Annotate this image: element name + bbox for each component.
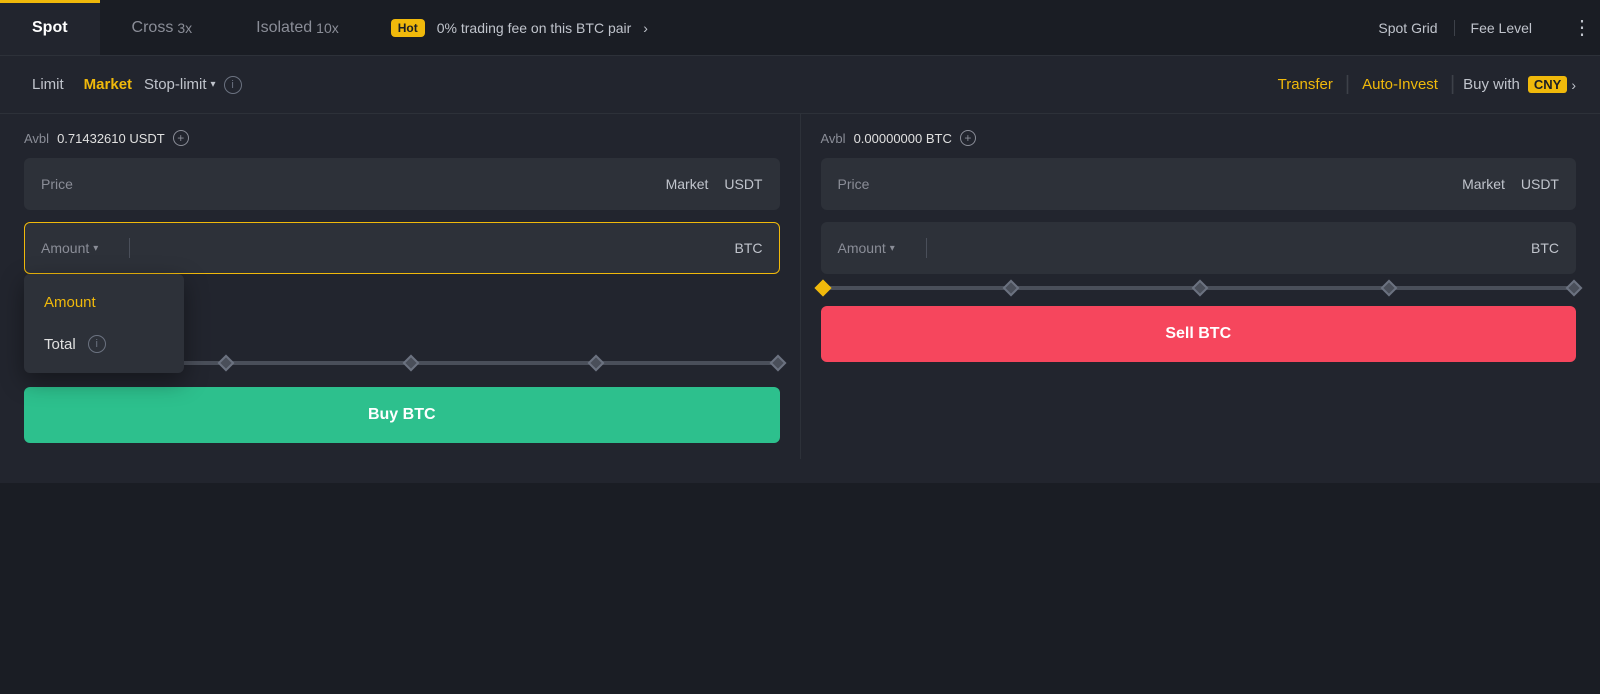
- spot-grid-link[interactable]: Spot Grid: [1362, 20, 1454, 36]
- cny-badge[interactable]: CNY: [1528, 76, 1567, 93]
- sell-amount-chevron-icon: ▾: [890, 243, 895, 254]
- more-options-icon[interactable]: ⋮: [1564, 15, 1600, 40]
- total-info-icon[interactable]: i: [88, 335, 106, 353]
- sell-slider-dot-75[interactable]: [1381, 280, 1398, 297]
- sell-price-market-label: Market: [1462, 176, 1505, 192]
- promo-arrow[interactable]: ›: [643, 20, 648, 36]
- sell-avbl-row: Avbl 0.00000000 BTC +: [821, 130, 1577, 146]
- buy-price-label: Price: [41, 176, 73, 192]
- promo-area: Hot 0% trading fee on this BTC pair ›: [391, 19, 1363, 37]
- sell-price-label: Price: [838, 176, 870, 192]
- buy-amount-dropdown: Amount Total i: [24, 274, 184, 373]
- buy-btc-btn[interactable]: Buy BTC: [24, 387, 780, 443]
- limit-btn[interactable]: Limit: [24, 72, 72, 97]
- sell-panel: Avbl 0.00000000 BTC + Price Market USDT …: [800, 114, 1577, 459]
- sell-slider-dot-50[interactable]: [1192, 280, 1209, 297]
- sell-slider-dot-100[interactable]: [1566, 280, 1583, 297]
- sell-amount-input-row[interactable]: Amount ▾ BTC: [821, 222, 1577, 274]
- tab-spot[interactable]: Spot: [0, 0, 100, 55]
- stop-limit-chevron-icon: ▾: [211, 79, 216, 90]
- stop-limit-btn: Stop-limit: [144, 76, 207, 93]
- stop-limit-wrapper[interactable]: Stop-limit ▾: [144, 76, 216, 93]
- sell-slider-dot-25[interactable]: [1003, 280, 1020, 297]
- buy-amount-input-row[interactable]: Amount ▾ BTC: [24, 222, 780, 274]
- buy-amount-label: Amount: [41, 240, 89, 256]
- sell-price-input-row: Price Market USDT: [821, 158, 1577, 210]
- buy-slider-dot-25[interactable]: [217, 354, 234, 371]
- sell-slider-row: [821, 286, 1577, 290]
- buy-slider-dot-75[interactable]: [588, 354, 605, 371]
- cross-multiplier: 3x: [177, 20, 192, 36]
- sell-price-currency: USDT: [1521, 176, 1559, 192]
- tab-isolated[interactable]: Isolated 10x: [224, 0, 371, 55]
- buy-avbl-value: 0.71432610 USDT: [57, 131, 165, 146]
- sell-avbl-label: Avbl: [821, 131, 846, 146]
- sell-amount-input[interactable]: [935, 240, 1516, 256]
- sell-amount-currency: BTC: [1523, 240, 1559, 256]
- buy-amount-currency: BTC: [727, 240, 763, 256]
- dropdown-item-amount[interactable]: Amount: [24, 282, 184, 323]
- top-bar-links: Spot Grid Fee Level: [1362, 20, 1548, 36]
- sell-amount-label: Amount: [838, 240, 886, 256]
- buy-with-link[interactable]: Buy with: [1455, 76, 1528, 93]
- sell-avbl-value: 0.00000000 BTC: [854, 131, 952, 146]
- buy-with-arrow-icon[interactable]: ›: [1567, 77, 1576, 93]
- buy-amount-divider: [129, 238, 130, 258]
- buy-price-market-label: Market: [666, 176, 709, 192]
- buy-avbl-row: Avbl 0.71432610 USDT +: [24, 130, 780, 146]
- hot-badge: Hot: [391, 19, 425, 37]
- sell-amount-dropdown-trigger[interactable]: Amount ▾: [838, 240, 918, 256]
- auto-invest-btn[interactable]: Auto-Invest: [1350, 76, 1450, 93]
- buy-price-currency: USDT: [724, 176, 762, 192]
- fee-level-link[interactable]: Fee Level: [1455, 20, 1548, 36]
- buy-amount-dropdown-trigger[interactable]: Amount ▾: [41, 240, 121, 256]
- buy-amount-chevron-icon: ▾: [93, 243, 98, 254]
- top-bar: Spot Cross 3x Isolated 10x Hot 0% tradin…: [0, 0, 1600, 56]
- order-area: Limit Market Stop-limit ▾ i Transfer | A…: [0, 56, 1600, 114]
- buy-price-input-row: Price Market USDT: [24, 158, 780, 210]
- sell-btc-btn[interactable]: Sell BTC: [821, 306, 1577, 362]
- promo-text: 0% trading fee on this BTC pair: [437, 20, 632, 36]
- buy-avbl-label: Avbl: [24, 131, 49, 146]
- transfer-btn[interactable]: Transfer: [1266, 76, 1345, 93]
- isolated-multiplier: 10x: [316, 20, 339, 36]
- dropdown-item-total[interactable]: Total i: [24, 323, 184, 365]
- buy-panel: Avbl 0.71432610 USDT + Price Market USDT…: [24, 114, 800, 459]
- order-info-icon[interactable]: i: [224, 76, 242, 94]
- sell-slider-dot-0[interactable]: [814, 280, 831, 297]
- buy-add-funds-btn[interactable]: +: [173, 130, 189, 146]
- buy-amount-input[interactable]: [138, 240, 719, 256]
- order-type-row: Limit Market Stop-limit ▾ i: [24, 72, 1266, 97]
- market-btn[interactable]: Market: [76, 72, 140, 97]
- tab-cross[interactable]: Cross 3x: [100, 0, 225, 55]
- sell-amount-divider: [926, 238, 927, 258]
- sell-add-funds-btn[interactable]: +: [960, 130, 976, 146]
- buy-slider-dot-100[interactable]: [769, 354, 786, 371]
- buy-slider-dot-50[interactable]: [403, 354, 420, 371]
- buy-amount-wrapper: Amount ▾ BTC Amount Total i: [24, 222, 780, 274]
- order-actions: Transfer | Auto-Invest | Buy with CNY ›: [1266, 73, 1576, 96]
- main-panels: Avbl 0.71432610 USDT + Price Market USDT…: [0, 114, 1600, 483]
- sell-slider-track[interactable]: [821, 286, 1577, 290]
